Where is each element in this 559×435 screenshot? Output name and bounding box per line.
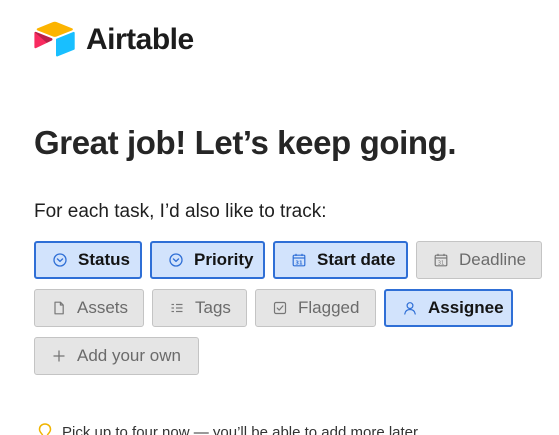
field-chip-label: Assets [77, 298, 129, 317]
field-chip-assets[interactable]: Assets [34, 289, 144, 327]
selection-hint: Pick up to four now — you’ll be able to … [38, 423, 422, 435]
field-chip-tags[interactable]: Tags [152, 289, 247, 327]
brand-name: Airtable [86, 23, 194, 56]
field-chip-label: Flagged [298, 298, 360, 317]
calendar-day-text: 31 [438, 260, 445, 266]
field-chip-priority[interactable]: Priority [150, 241, 265, 279]
airtable-logo: Airtable [34, 20, 194, 60]
add-your-own-button[interactable]: Add your own [34, 337, 199, 375]
file-icon [51, 300, 67, 316]
field-chip-label: Add your own [77, 346, 181, 365]
field-prompt: For each task, I’d also like to track: [34, 201, 327, 222]
field-chip-assignee[interactable]: Assignee [384, 289, 513, 327]
onboarding-page: Airtable Great job! Let’s keep going. Fo… [0, 0, 559, 435]
field-chip-label: Status [78, 250, 130, 269]
field-chip-label: Tags [195, 298, 231, 317]
field-chip-flagged[interactable]: Flagged [255, 289, 376, 327]
plus-icon [51, 348, 67, 364]
field-chip-label: Priority [194, 250, 254, 269]
list-icon [169, 300, 185, 316]
field-chip-start-date[interactable]: 31 Start date [273, 241, 408, 279]
field-chip-label: Start date [317, 250, 396, 269]
user-icon [402, 300, 418, 316]
calendar-icon: 31 [291, 252, 307, 268]
airtable-logo-icon [34, 21, 75, 57]
calendar-icon: 31 [433, 252, 449, 268]
field-chip-status[interactable]: Status [34, 241, 142, 279]
field-chip-label: Assignee [428, 298, 504, 317]
page-title: Great job! Let’s keep going. [34, 124, 457, 161]
checkbox-icon [272, 300, 288, 316]
chevron-circle-icon [52, 252, 68, 268]
hint-text: Pick up to four now — you’ll be able to … [62, 424, 422, 435]
field-chip-label: Deadline [459, 250, 527, 269]
chevron-circle-icon [168, 252, 184, 268]
field-chip-deadline[interactable]: 31 Deadline [416, 241, 542, 279]
calendar-day-text: 31 [295, 260, 303, 266]
lightbulb-icon [38, 423, 52, 435]
